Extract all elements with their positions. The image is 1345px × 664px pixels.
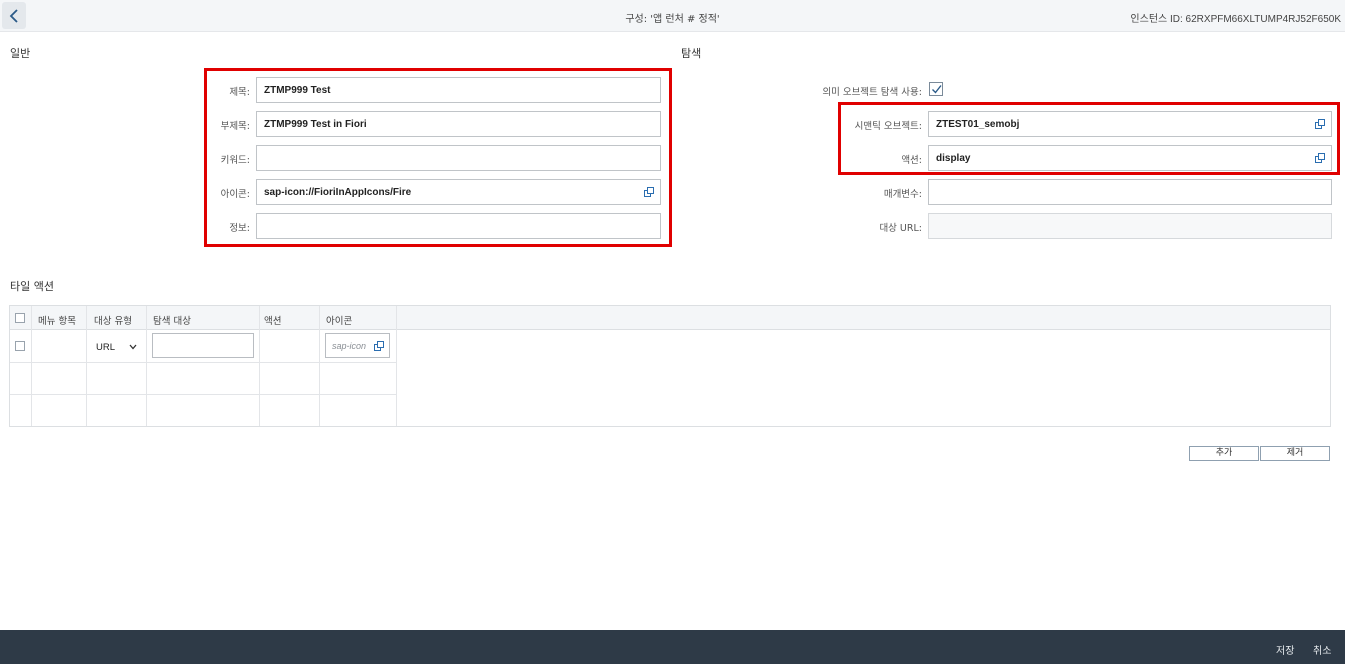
- nav-target-input[interactable]: [152, 333, 254, 358]
- general-section-title: 일반: [10, 47, 31, 60]
- subtitle-label: 부제목:: [220, 121, 250, 132]
- parameters-input[interactable]: [928, 179, 1332, 205]
- parameters-label: 매개변수:: [883, 189, 922, 200]
- instance-id: 인스턴스 ID: 62RXPFM66XLTUMP4RJ52F650K: [1130, 14, 1341, 25]
- keywords-label: 키워드:: [220, 155, 250, 166]
- column-menu-item: 메뉴 항목: [38, 316, 76, 327]
- save-button[interactable]: 저장: [1276, 642, 1294, 657]
- chevron-down-icon[interactable]: [129, 344, 137, 350]
- checkmark-icon: [932, 85, 942, 94]
- add-button[interactable]: 추가: [1189, 446, 1259, 461]
- value-help-icon[interactable]: [1315, 119, 1325, 129]
- cancel-button[interactable]: 취소: [1313, 642, 1331, 657]
- remove-button[interactable]: 제거: [1260, 446, 1330, 461]
- value-help-icon[interactable]: [1315, 153, 1325, 163]
- icon-placeholder: sap-icon: [332, 341, 367, 351]
- row-checkbox[interactable]: [15, 341, 25, 351]
- column-action: 액션: [264, 316, 282, 327]
- value-help-icon[interactable]: [374, 341, 384, 351]
- value-help-icon[interactable]: [644, 187, 654, 197]
- select-all-checkbox[interactable]: [15, 313, 25, 323]
- subtitle-input[interactable]: ZTMP999 Test in Fiori: [256, 111, 661, 137]
- use-semantic-label: 의미 오브젝트 탐색 사용:: [822, 87, 922, 98]
- info-label: 정보:: [229, 223, 250, 234]
- semantic-object-input[interactable]: ZTEST01_semobj: [928, 111, 1332, 137]
- navigation-section-title: 탐색: [681, 47, 702, 60]
- icon-label: 아이콘:: [220, 189, 250, 200]
- target-url-label: 대상 URL:: [879, 223, 922, 234]
- target-url-input: [928, 213, 1332, 239]
- use-semantic-checkbox[interactable]: [929, 82, 943, 96]
- semantic-object-value: ZTEST01_semobj: [936, 119, 1020, 130]
- column-icon: 아이콘: [326, 316, 353, 327]
- icon-input-value: sap-icon://FioriInAppIcons/Fire: [264, 187, 412, 198]
- keywords-input[interactable]: [256, 145, 661, 171]
- info-input[interactable]: [256, 213, 661, 239]
- action-input[interactable]: display: [928, 145, 1332, 171]
- column-nav-target: 탐색 대상: [153, 316, 191, 327]
- top-bar: 구성: '앱 런처 # 정적' 인스턴스 ID: 62RXPFM66XLTUMP…: [0, 0, 1345, 32]
- title-input[interactable]: ZTMP999 Test: [256, 77, 661, 103]
- title-label: 제목:: [229, 87, 250, 98]
- table-header: 메뉴 항목 대상 유형 탐색 대상 액션 아이콘: [10, 306, 1330, 330]
- target-type-select[interactable]: URL: [96, 342, 115, 353]
- semantic-object-label: 시맨틱 오브젝트:: [854, 121, 922, 132]
- column-target-type: 대상 유형: [94, 316, 132, 327]
- footer-bar: 저장 취소: [0, 630, 1345, 664]
- action-label: 액션:: [901, 155, 922, 166]
- tile-actions-table: 메뉴 항목 대상 유형 탐색 대상 액션 아이콘 URL sap-icon: [9, 305, 1331, 427]
- action-value: display: [936, 153, 971, 164]
- icon-input[interactable]: sap-icon://FioriInAppIcons/Fire: [256, 179, 661, 205]
- tile-actions-section-title: 타일 액션: [10, 280, 54, 293]
- row-icon-input[interactable]: sap-icon: [325, 333, 390, 358]
